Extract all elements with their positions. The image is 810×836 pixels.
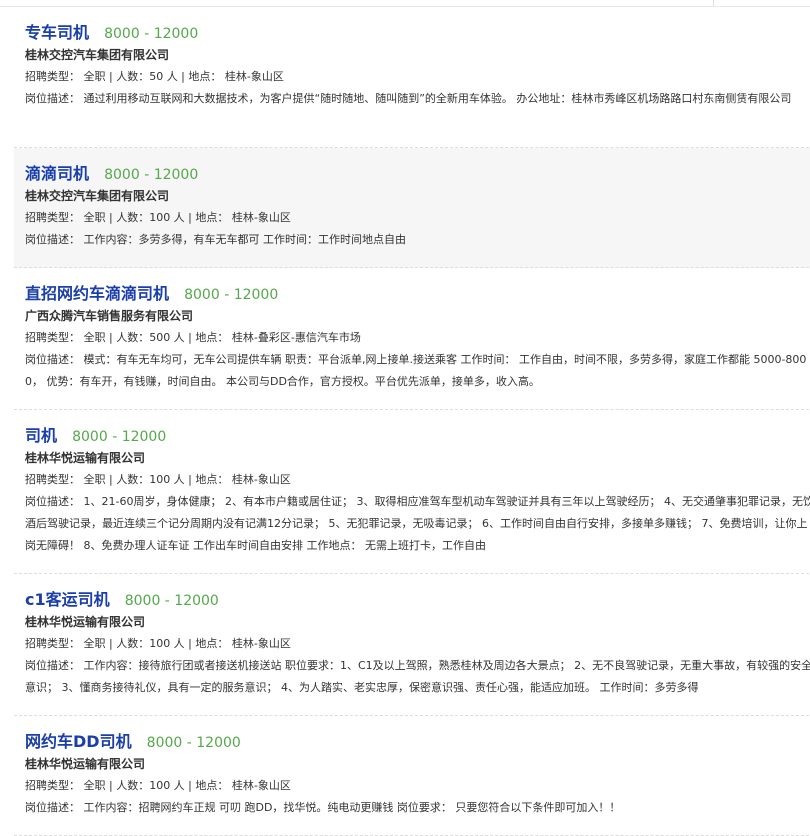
job-info: 招聘类型： 全职 | 人数：100 人 | 地点： 桂林-象山区 bbox=[25, 211, 291, 224]
job-salary: 8000 - 12000 bbox=[184, 287, 279, 303]
job-item: 滴滴司机 8000 - 12000 桂林交控汽车集团有限公司 招聘类型： 全职 … bbox=[14, 148, 810, 268]
job-salary: 8000 - 12000 bbox=[146, 735, 241, 751]
job-description: 岗位描述： 1、21-60周岁，身体健康； 2、有本市户籍或居住证； 3、取得相… bbox=[25, 495, 810, 552]
company-name: 桂林华悦运输有限公司 bbox=[25, 615, 146, 629]
job-description: 岗位描述： 工作内容：多劳多得，有车无车都可 工作时间：工作时间地点自由 bbox=[25, 233, 406, 246]
job-description: 岗位描述： 模式：有车无车均可，无车公司提供车辆 职责：平台派单,网上接单.接送… bbox=[25, 353, 807, 388]
job-item: 直招网约车滴滴司机 8000 - 12000 广西众腾汽车销售服务有限公司 招聘… bbox=[14, 268, 810, 410]
job-header: 直招网约车滴滴司机 8000 - 12000 bbox=[25, 282, 810, 306]
job-title-link[interactable]: 专车司机 bbox=[25, 23, 89, 42]
job-title-link[interactable]: c1客运司机 bbox=[25, 590, 110, 609]
job-description: 岗位描述： 通过利用移动互联网和大数据技术，为客户提供“随时随地、随叫随到”的全… bbox=[25, 92, 792, 105]
job-title-link[interactable]: 滴滴司机 bbox=[25, 164, 89, 183]
job-list: 专车司机 8000 - 12000 桂林交控汽车集团有限公司 招聘类型： 全职 … bbox=[14, 7, 810, 836]
company-name: 广西众腾汽车销售服务有限公司 bbox=[25, 309, 194, 323]
job-info: 招聘类型： 全职 | 人数：500 人 | 地点： 桂林-叠彩区-惠信汽车市场 bbox=[25, 331, 361, 344]
job-salary: 8000 - 12000 bbox=[72, 429, 167, 445]
company-name: 桂林华悦运输有限公司 bbox=[25, 757, 146, 771]
job-header: c1客运司机 8000 - 12000 bbox=[25, 588, 810, 612]
job-item: 专车司机 8000 - 12000 桂林交控汽车集团有限公司 招聘类型： 全职 … bbox=[14, 7, 810, 148]
job-description: 岗位描述： 工作内容：接待旅行团或者接送机接送站 职位要求：1、C1及以上驾照，… bbox=[25, 659, 810, 694]
top-tab-bar bbox=[0, 0, 810, 7]
company-name: 桂林交控汽车集团有限公司 bbox=[25, 48, 170, 62]
job-salary: 8000 - 12000 bbox=[104, 26, 199, 42]
job-header: 司机 8000 - 12000 bbox=[25, 424, 810, 448]
job-info: 招聘类型： 全职 | 人数：100 人 | 地点： 桂林-象山区 bbox=[25, 473, 291, 486]
job-title-link[interactable]: 司机 bbox=[25, 426, 57, 445]
job-item: 网约车DD司机 8000 - 12000 桂林华悦运输有限公司 招聘类型： 全职… bbox=[14, 716, 810, 836]
job-description: 岗位描述： 工作内容：招聘网约车正规 可叨 跑DD，找华悦。纯电动更赚钱 岗位要… bbox=[25, 801, 621, 814]
job-header: 网约车DD司机 8000 - 12000 bbox=[25, 730, 810, 754]
tab-divider bbox=[713, 0, 714, 6]
job-salary: 8000 - 12000 bbox=[104, 167, 199, 183]
job-item: 司机 8000 - 12000 桂林华悦运输有限公司 招聘类型： 全职 | 人数… bbox=[14, 410, 810, 574]
job-item: c1客运司机 8000 - 12000 桂林华悦运输有限公司 招聘类型： 全职 … bbox=[14, 574, 810, 716]
job-info: 招聘类型： 全职 | 人数：100 人 | 地点： 桂林-象山区 bbox=[25, 779, 291, 792]
job-salary: 8000 - 12000 bbox=[124, 593, 219, 609]
job-info: 招聘类型： 全职 | 人数：100 人 | 地点： 桂林-象山区 bbox=[25, 637, 291, 650]
company-name: 桂林华悦运输有限公司 bbox=[25, 451, 146, 465]
job-header: 滴滴司机 8000 - 12000 bbox=[25, 162, 810, 186]
company-name: 桂林交控汽车集团有限公司 bbox=[25, 189, 170, 203]
job-title-link[interactable]: 直招网约车滴滴司机 bbox=[25, 284, 169, 303]
job-title-link[interactable]: 网约车DD司机 bbox=[25, 732, 132, 751]
job-info: 招聘类型： 全职 | 人数：50 人 | 地点： 桂林-象山区 bbox=[25, 70, 284, 83]
job-header: 专车司机 8000 - 12000 bbox=[25, 21, 810, 45]
